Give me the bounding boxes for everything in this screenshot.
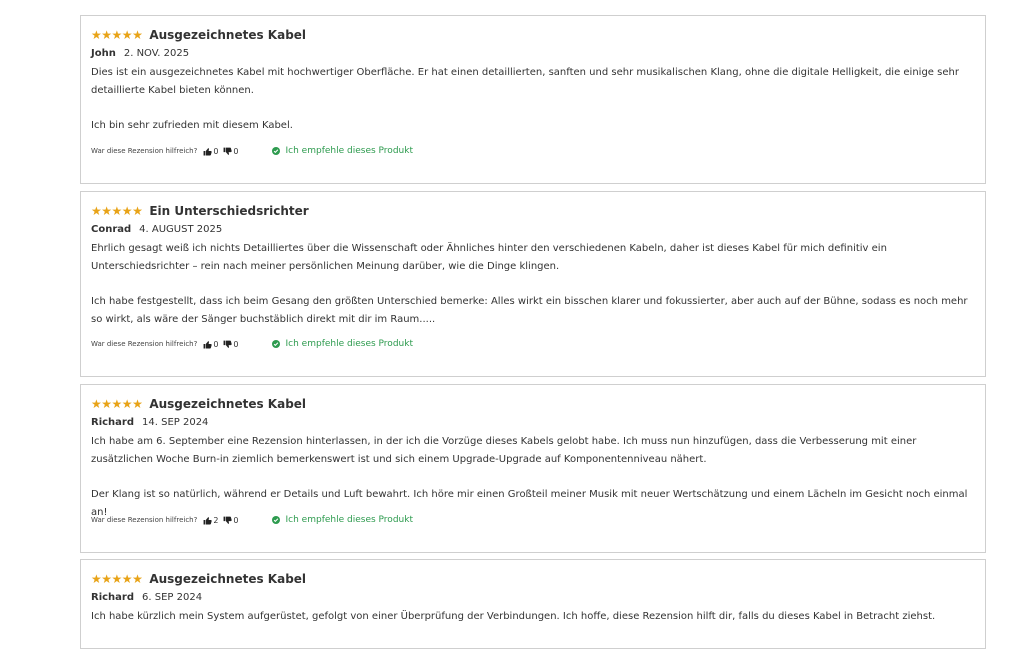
- star-icon: ★: [111, 28, 123, 42]
- review-author: John: [91, 48, 116, 59]
- helpful-question: War diese Rezension hilfreich?: [91, 340, 198, 348]
- star-icon: ★: [132, 204, 143, 218]
- review-card: ★ ★ ★ ★ ★ Ein Unterschiedsrichter Conrad 4. …: [80, 191, 986, 377]
- star-icon: ★: [101, 397, 112, 411]
- star-rating: ★ ★ ★ ★ ★: [91, 572, 143, 586]
- review-title: Ein Unterschiedsrichter: [149, 204, 309, 218]
- star-icon: ★: [121, 204, 133, 218]
- star-rating: ★ ★ ★ ★ ★: [91, 28, 143, 42]
- helpful-question: War diese Rezension hilfreich?: [91, 516, 198, 524]
- review-card: ★ ★ ★ ★ ★ Ausgezeichnetes Kabel John 2. NOV.…: [80, 15, 986, 184]
- review-date: 4. AUGUST 2025: [139, 224, 223, 235]
- thumbs-up-icon: [203, 340, 213, 348]
- star-icon: ★: [101, 28, 112, 42]
- check-circle-icon: [271, 516, 280, 524]
- star-icon: ★: [111, 397, 123, 411]
- recommend-badge: Ich empfehle dieses Produkt: [271, 339, 413, 349]
- check-circle-icon: [271, 147, 280, 155]
- thumbs-down-count: 0: [233, 515, 239, 525]
- recommend-badge: Ich empfehle dieses Produkt: [271, 515, 413, 525]
- thumbs-up-button[interactable]: 0: [203, 340, 218, 349]
- thumbs-up-button[interactable]: 0: [203, 147, 218, 156]
- review-footer: War diese Rezension hilfreich? 0 0 Ich e…: [91, 146, 413, 156]
- star-icon: ★: [111, 572, 123, 586]
- review-paragraph: Dies ist ein ausgezeichnetes Kabel mit h…: [91, 67, 959, 96]
- thumbs-down-icon: [223, 516, 233, 524]
- review-meta: John 2. NOV. 2025: [91, 48, 189, 59]
- star-icon: ★: [111, 204, 123, 218]
- review-paragraph: Ehrlich gesagt weiß ich nichts Detaillie…: [91, 243, 887, 272]
- star-rating: ★ ★ ★ ★ ★: [91, 397, 143, 411]
- thumbs-up-icon: [203, 147, 213, 155]
- review-meta: Conrad 4. AUGUST 2025: [91, 224, 222, 235]
- recommend-text: Ich empfehle dieses Produkt: [285, 146, 413, 156]
- review-author: Richard: [91, 417, 135, 428]
- helpful-question: War diese Rezension hilfreich?: [91, 147, 198, 155]
- review-header: ★ ★ ★ ★ ★ Ein Unterschiedsrichter: [91, 202, 309, 220]
- thumbs-down-button[interactable]: 0: [223, 515, 239, 525]
- recommend-text: Ich empfehle dieses Produkt: [285, 515, 413, 525]
- review-meta: Richard 14. SEP 2024: [91, 417, 208, 428]
- review-body: Ich habe kürzlich mein System aufgerüste…: [91, 608, 973, 643]
- review-paragraph: Ich habe festgestellt, dass ich beim Ges…: [91, 296, 968, 325]
- star-icon: ★: [101, 572, 112, 586]
- review-paragraph: Ich bin sehr zufrieden mit diesem Kabel.: [91, 120, 293, 131]
- star-icon: ★: [121, 572, 133, 586]
- review-card: ★ ★ ★ ★ ★ Ausgezeichnetes Kabel Richard 14. …: [80, 384, 986, 553]
- star-icon: ★: [91, 397, 102, 411]
- review-paragraph: Ich habe am 6. September eine Rezension …: [91, 436, 917, 465]
- thumbs-up-count: 0: [213, 339, 219, 349]
- thumbs-up-button[interactable]: 2: [203, 516, 218, 525]
- star-icon: ★: [101, 204, 112, 218]
- star-icon: ★: [91, 28, 102, 42]
- review-header: ★ ★ ★ ★ ★ Ausgezeichnetes Kabel: [91, 570, 306, 588]
- review-card: ★ ★ ★ ★ ★ Ausgezeichnetes Kabel Richard 6. S…: [80, 559, 986, 649]
- review-date: 6. SEP 2024: [142, 592, 203, 603]
- thumbs-down-count: 0: [233, 339, 239, 349]
- review-body: Ehrlich gesagt weiß ich nichts Detaillie…: [91, 240, 973, 346]
- star-icon: ★: [91, 204, 102, 218]
- review-title: Ausgezeichnetes Kabel: [149, 572, 307, 586]
- review-header: ★ ★ ★ ★ ★ Ausgezeichnetes Kabel: [91, 395, 306, 413]
- review-title: Ausgezeichnetes Kabel: [149, 397, 307, 411]
- check-circle-icon: [271, 340, 280, 348]
- star-icon: ★: [132, 28, 143, 42]
- thumbs-down-icon: [223, 340, 233, 348]
- review-footer: War diese Rezension hilfreich? 2 0 Ich e…: [91, 515, 413, 525]
- thumbs-up-count: 2: [213, 515, 219, 525]
- review-paragraph: Ich habe kürzlich mein System aufgerüste…: [91, 611, 936, 622]
- review-author: Richard: [91, 592, 135, 603]
- review-date: 14. SEP 2024: [142, 417, 209, 428]
- star-icon: ★: [132, 397, 143, 411]
- star-rating: ★ ★ ★ ★ ★: [91, 204, 143, 218]
- review-footer: War diese Rezension hilfreich? 0 0 Ich e…: [91, 339, 413, 349]
- review-meta: Richard 6. SEP 2024: [91, 592, 202, 603]
- review-body: Dies ist ein ausgezeichnetes Kabel mit h…: [91, 64, 973, 152]
- review-author: Conrad: [91, 224, 132, 235]
- thumbs-down-button[interactable]: 0: [223, 339, 239, 349]
- recommend-text: Ich empfehle dieses Produkt: [285, 339, 413, 349]
- thumbs-down-button[interactable]: 0: [223, 146, 239, 156]
- thumbs-up-count: 0: [213, 146, 219, 156]
- review-title: Ausgezeichnetes Kabel: [149, 28, 307, 42]
- star-icon: ★: [121, 28, 133, 42]
- review-date: 2. NOV. 2025: [123, 48, 190, 59]
- star-icon: ★: [91, 572, 102, 586]
- thumbs-down-icon: [223, 147, 233, 155]
- thumbs-down-count: 0: [233, 146, 239, 156]
- thumbs-up-icon: [203, 516, 213, 524]
- star-icon: ★: [132, 572, 143, 586]
- review-header: ★ ★ ★ ★ ★ Ausgezeichnetes Kabel: [91, 26, 306, 44]
- recommend-badge: Ich empfehle dieses Produkt: [271, 146, 413, 156]
- star-icon: ★: [121, 397, 133, 411]
